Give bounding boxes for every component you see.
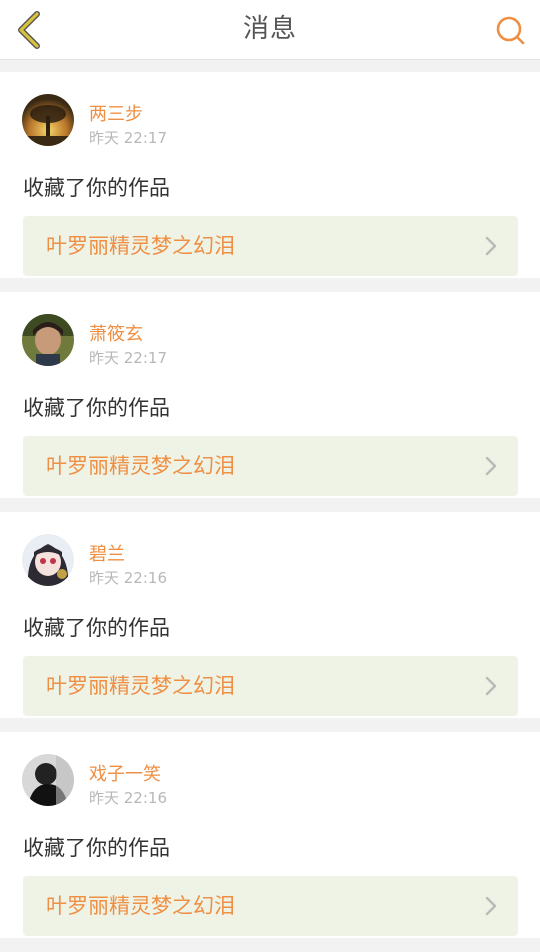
- work-title: 叶罗丽精灵梦之幻泪: [46, 674, 235, 698]
- search-button[interactable]: [490, 10, 530, 50]
- list-item: 两三步 昨天 22:17 收藏了你的作品 叶罗丽精灵梦之幻泪: [0, 72, 540, 278]
- timestamp: 昨天 22:17: [89, 349, 167, 367]
- chevron-right-icon: [485, 456, 497, 476]
- username[interactable]: 碧兰: [89, 540, 125, 566]
- avatar[interactable]: [22, 754, 74, 806]
- action-text: 收藏了你的作品: [23, 396, 170, 420]
- action-text: 收藏了你的作品: [23, 836, 170, 860]
- action-text: 收藏了你的作品: [23, 176, 170, 200]
- work-title: 叶罗丽精灵梦之幻泪: [46, 234, 235, 258]
- timestamp: 昨天 22:17: [89, 129, 167, 147]
- timestamp: 昨天 22:16: [89, 569, 167, 587]
- username[interactable]: 戏子一笑: [89, 760, 161, 786]
- action-text: 收藏了你的作品: [23, 616, 170, 640]
- username[interactable]: 萧筱玄: [89, 320, 143, 346]
- list-item: 戏子一笑 昨天 22:16 收藏了你的作品 叶罗丽精灵梦之幻泪: [0, 732, 540, 938]
- list-item: 萧筱玄 昨天 22:17 收藏了你的作品 叶罗丽精灵梦之幻泪: [0, 292, 540, 498]
- top-bar: 消息: [0, 0, 540, 60]
- avatar[interactable]: [22, 314, 74, 366]
- chevron-right-icon: [485, 896, 497, 916]
- search-icon: [496, 16, 525, 45]
- avatar[interactable]: [22, 94, 74, 146]
- username[interactable]: 两三步: [89, 100, 143, 126]
- work-title: 叶罗丽精灵梦之幻泪: [46, 894, 235, 918]
- page-title: 消息: [242, 14, 297, 44]
- chevron-right-icon: [485, 676, 497, 696]
- list-item: 碧兰 昨天 22:16 收藏了你的作品 叶罗丽精灵梦之幻泪: [0, 512, 540, 718]
- work-link[interactable]: 叶罗丽精灵梦之幻泪: [23, 876, 518, 936]
- chevron-right-icon: [485, 236, 497, 256]
- work-link[interactable]: 叶罗丽精灵梦之幻泪: [23, 656, 518, 716]
- message-list: 两三步 昨天 22:17 收藏了你的作品 叶罗丽精灵梦之幻泪 萧筱玄 昨天 22…: [0, 72, 540, 952]
- work-link[interactable]: 叶罗丽精灵梦之幻泪: [23, 436, 518, 496]
- timestamp: 昨天 22:16: [89, 789, 167, 807]
- avatar[interactable]: [22, 534, 74, 586]
- work-link[interactable]: 叶罗丽精灵梦之幻泪: [23, 216, 518, 276]
- work-title: 叶罗丽精灵梦之幻泪: [46, 454, 235, 478]
